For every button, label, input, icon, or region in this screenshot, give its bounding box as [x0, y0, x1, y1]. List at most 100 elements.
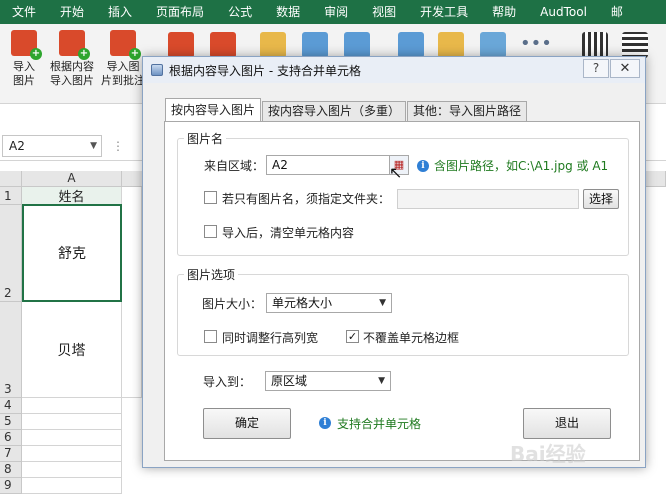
cell-a6[interactable] — [22, 430, 122, 446]
row-header-4[interactable]: 4 — [0, 398, 22, 414]
folder-path-input[interactable] — [397, 189, 579, 209]
ribbon-tab-formulas[interactable]: 公式 — [216, 0, 264, 24]
chevron-down-icon: ▼ — [379, 298, 386, 308]
choose-folder-button[interactable]: 选择 — [583, 189, 619, 209]
qr-code-icon[interactable] — [582, 32, 608, 58]
source-range-input[interactable]: A2 — [266, 155, 390, 175]
merge-support-hint: 支持合并单元格 — [337, 417, 422, 431]
no-cover-border-checkbox[interactable]: ✓ — [346, 330, 359, 343]
image-size-label: 图片大小： — [202, 297, 263, 311]
adjust-row-col-checkbox[interactable] — [204, 330, 217, 343]
ribbon-tab-developer[interactable]: 开发工具 — [408, 0, 480, 24]
import-by-content-button[interactable]: + 根据内容 导入图片 — [46, 30, 98, 100]
no-cover-border-label: 不覆盖单元格边框 — [363, 331, 460, 345]
formula-bar-separator: ⋮ — [112, 139, 124, 153]
group-image-options: 图片选项 图片大小： 单元格大小 ▼ 同时调整行高列宽 ✓ 不覆盖单元格边框 — [177, 266, 629, 356]
clear-after-import-label: 导入后，清空单元格内容 — [222, 226, 355, 240]
cell-a2[interactable]: 舒克 — [22, 204, 122, 302]
chevron-down-icon[interactable]: ▼ — [90, 136, 97, 156]
path-hint-text: 含图片路径，如C:\A1.jpg 或 A1 — [434, 159, 609, 173]
comment-import-icon: + — [110, 30, 141, 60]
row-header-6[interactable]: 6 — [0, 430, 22, 446]
image-import-icon: + — [11, 30, 42, 60]
ribbon-tab-home[interactable]: 开始 — [48, 0, 96, 24]
qr-code-icon[interactable] — [622, 32, 648, 58]
image-size-select[interactable]: 单元格大小 ▼ — [266, 293, 392, 313]
tab-panel: 图片名 来自区域： A2 ▦ ↖ i 含图片路径，如C:\A1.jpg 或 A1… — [164, 121, 640, 461]
ribbon-tab-review[interactable]: 审阅 — [312, 0, 360, 24]
column-header-a[interactable]: A — [22, 171, 122, 187]
content-import-icon: + — [59, 30, 90, 60]
row-header-9[interactable]: 9 — [0, 478, 22, 494]
row-header-3[interactable]: 3 — [0, 302, 22, 398]
group-image-options-title: 图片选项 — [184, 266, 239, 283]
ribbon-tab-insert[interactable]: 插入 — [96, 0, 144, 24]
row-header-5[interactable]: 5 — [0, 414, 22, 430]
picture-icon[interactable] — [302, 32, 328, 58]
ribbon-tab-bar: 文件 开始 插入 页面布局 公式 数据 审阅 视图 开发工具 帮助 AudToo… — [0, 0, 666, 24]
cell-a4[interactable] — [22, 398, 122, 414]
cell-a3[interactable]: 贝塔 — [22, 302, 122, 398]
tab-other-import-path[interactable]: 其他：导入图片路径 — [407, 101, 528, 121]
import-image-label-1: 导入 — [13, 60, 35, 73]
import-to-select[interactable]: 原区域 ▼ — [265, 371, 391, 391]
import-by-content-label-2: 导入图片 — [50, 74, 94, 87]
folder-icon[interactable] — [260, 32, 286, 58]
import-to-comment-button[interactable]: + 导入图 片到批注 — [100, 30, 146, 100]
ribbon-tab-file[interactable]: 文件 — [0, 0, 48, 24]
ribbon-tab-page-layout[interactable]: 页面布局 — [144, 0, 216, 24]
tab-import-by-content-multi[interactable]: 按内容导入图片（多重） — [262, 101, 407, 121]
name-box[interactable]: A2 ▼ — [2, 135, 102, 157]
cell-a5[interactable] — [22, 414, 122, 430]
cell-a8[interactable] — [22, 462, 122, 478]
adjust-row-col-label: 同时调整行高列宽 — [222, 331, 319, 345]
info-icon: i — [319, 417, 331, 429]
close-button[interactable]: ✕ — [610, 59, 640, 78]
only-name-checkbox[interactable] — [204, 191, 217, 204]
image-size-value: 单元格大小 — [272, 296, 333, 310]
import-to-label: 导入到： — [203, 375, 252, 389]
image-icon[interactable] — [168, 32, 194, 58]
ok-button[interactable]: 确定 — [203, 408, 291, 439]
dialog-title: 根据内容导入图片 - 支持合并单元格 — [169, 64, 361, 78]
row-header-2[interactable]: 2 — [0, 205, 22, 302]
gallery-icon[interactable] — [438, 32, 464, 58]
group-image-name: 图片名 来自区域： A2 ▦ ↖ i 含图片路径，如C:\A1.jpg 或 A1… — [177, 130, 629, 256]
ribbon-tab-audtool[interactable]: AudTool — [528, 0, 599, 24]
cell-a1[interactable]: 姓名 — [22, 187, 122, 205]
import-to-value: 原区域 — [271, 374, 308, 388]
select-all-corner[interactable] — [0, 171, 22, 187]
dialog-title-bar[interactable]: 根据内容导入图片 - 支持合并单元格 ? ✕ — [143, 57, 645, 83]
mouse-cursor-icon: ↖ — [389, 163, 403, 182]
chevron-down-icon: ▼ — [378, 376, 385, 386]
cell-b-strip[interactable] — [122, 187, 142, 398]
picture-edit-icon[interactable] — [344, 32, 370, 58]
frame-icon[interactable] — [398, 32, 424, 58]
tab-import-by-content[interactable]: 按内容导入图片 — [165, 98, 262, 121]
help-button[interactable]: ? — [583, 59, 609, 78]
name-box-value: A2 — [9, 139, 25, 153]
more-icon[interactable]: ••• — [520, 32, 552, 58]
thumbnails-icon[interactable] — [480, 32, 506, 58]
clear-after-import-checkbox[interactable] — [204, 225, 217, 238]
info-icon: i — [417, 160, 429, 172]
ribbon-tab-help[interactable]: 帮助 — [480, 0, 528, 24]
row-header-1[interactable]: 1 — [0, 187, 22, 205]
cell-a7[interactable] — [22, 446, 122, 462]
image-icon[interactable] — [210, 32, 236, 58]
exit-button[interactable]: 退出 — [523, 408, 611, 439]
row-header-7[interactable]: 7 — [0, 446, 22, 462]
import-to-comment-label-2: 片到批注 — [101, 74, 145, 87]
import-image-button[interactable]: + 导入 图片 — [2, 30, 46, 100]
cell-a9[interactable] — [22, 478, 122, 494]
ribbon-tab-mail[interactable]: 邮 — [599, 0, 635, 24]
only-name-label: 若只有图片名，须指定文件夹： — [222, 192, 391, 206]
source-range-label: 来自区域： — [204, 159, 265, 173]
app-icon — [151, 64, 163, 76]
import-by-content-label-1: 根据内容 — [50, 60, 94, 73]
ribbon-tab-view[interactable]: 视图 — [360, 0, 408, 24]
dialog-tabs: 按内容导入图片 按内容导入图片（多重） 其他：导入图片路径 — [165, 98, 528, 121]
row-header-8[interactable]: 8 — [0, 462, 22, 478]
import-image-dialog: 根据内容导入图片 - 支持合并单元格 ? ✕ 按内容导入图片 按内容导入图片（多… — [142, 56, 646, 468]
ribbon-tab-data[interactable]: 数据 — [264, 0, 312, 24]
